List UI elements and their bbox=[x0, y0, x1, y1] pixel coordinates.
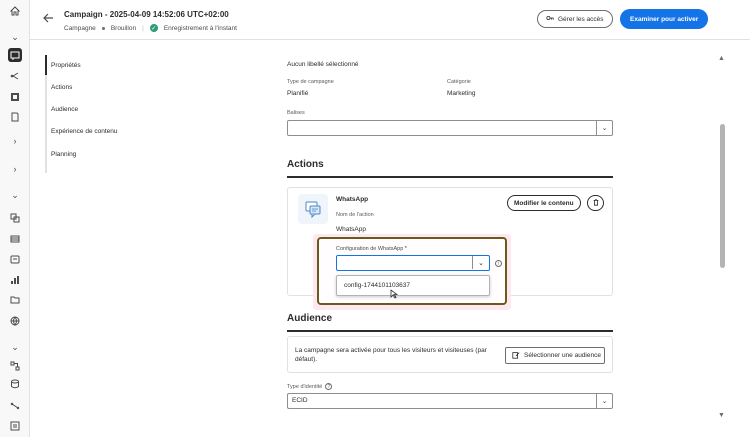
campaign-type-label: Type de campagne bbox=[287, 79, 334, 85]
campaign-meta: Campagne Brouillon | ✓ Enregistrement à … bbox=[64, 24, 237, 32]
content-icon[interactable] bbox=[8, 90, 22, 104]
arrow-left-icon[interactable] bbox=[42, 12, 54, 24]
scroll-up-icon[interactable]: ▲ bbox=[718, 55, 725, 62]
manage-access-label: Gérer les accès bbox=[558, 15, 604, 23]
table-icon[interactable] bbox=[8, 232, 22, 246]
actions-section-title: Actions bbox=[287, 159, 324, 170]
identity-type-select[interactable]: ECID ⌄ bbox=[287, 393, 613, 409]
whatsapp-config-label-text: Configuration de WhatsApp bbox=[336, 246, 404, 252]
category-label: Catégorie bbox=[447, 79, 471, 85]
save-status: Enregistrement à l'instant bbox=[163, 24, 237, 32]
section-divider bbox=[287, 176, 613, 178]
home-icon[interactable] bbox=[8, 4, 22, 18]
identity-type-label: Type d'identité bbox=[287, 383, 323, 390]
identity-type-label-row: Type d'identité ? bbox=[287, 383, 333, 390]
select-audience-label: Sélectionner une audience bbox=[524, 352, 601, 359]
scroll-down-icon[interactable]: ▼ bbox=[718, 412, 725, 419]
identity-type-value: ECID bbox=[292, 397, 308, 404]
document-icon[interactable] bbox=[8, 110, 22, 124]
chevron-right-icon[interactable]: › bbox=[8, 134, 22, 148]
tags-label: Balises bbox=[287, 110, 305, 116]
campaign-type-value: Planifié bbox=[287, 90, 309, 97]
no-label-text: Aucun libellé sélectionné bbox=[287, 61, 359, 68]
nav-item-content-experience[interactable]: Expérience de contenu bbox=[51, 128, 118, 135]
chevron-right-icon[interactable]: › bbox=[8, 162, 22, 176]
check-circle-icon: ✓ bbox=[149, 24, 158, 32]
globe-icon[interactable] bbox=[8, 314, 22, 328]
folder-icon[interactable] bbox=[8, 293, 22, 307]
section-nav-indicator bbox=[45, 55, 47, 75]
status-badge: Brouillon bbox=[110, 24, 137, 32]
audience-section-title: Audience bbox=[287, 313, 333, 324]
section-divider bbox=[287, 330, 613, 332]
campaign-type: Campagne bbox=[64, 24, 96, 32]
review-activate-button[interactable]: Examiner pour activer bbox=[620, 9, 709, 29]
info-icon[interactable]: i bbox=[495, 260, 502, 267]
status-dot-icon bbox=[101, 26, 105, 30]
tags-field[interactable]: ⌄ bbox=[287, 120, 613, 136]
workflow-icon[interactable] bbox=[8, 359, 22, 373]
scrollbar-thumb[interactable] bbox=[720, 124, 725, 268]
help-icon[interactable]: ? bbox=[325, 383, 333, 390]
left-rail: ⌄ › › ⌄ ⌄ bbox=[0, 0, 30, 437]
chevron-down-icon[interactable]: ⌄ bbox=[8, 340, 22, 354]
chevron-down-icon[interactable]: ⌄ bbox=[596, 121, 612, 135]
journey-icon[interactable] bbox=[8, 69, 22, 83]
audience-description: La campagne sera activée pour tous les v… bbox=[295, 347, 487, 363]
divider: | bbox=[142, 24, 144, 32]
chevron-down-icon[interactable]: ⌄ bbox=[596, 394, 612, 408]
whatsapp-config-label: Configuration de WhatsApp * bbox=[336, 246, 407, 252]
nav-item-planning[interactable]: Planning bbox=[51, 151, 76, 158]
nav-item-properties[interactable]: Propriétés bbox=[51, 62, 81, 69]
channel-name: WhatsApp bbox=[336, 196, 369, 203]
assets-icon[interactable] bbox=[8, 211, 22, 225]
message-icon[interactable] bbox=[8, 253, 22, 267]
database-icon[interactable] bbox=[8, 377, 22, 391]
category-value: Marketing bbox=[447, 90, 476, 97]
chevron-down-icon[interactable]: ⌄ bbox=[8, 188, 22, 202]
audience-edit-icon bbox=[512, 351, 520, 361]
chevron-down-icon[interactable]: ⌄ bbox=[8, 30, 22, 44]
campaign-icon[interactable] bbox=[8, 48, 22, 62]
key-icon bbox=[546, 14, 554, 24]
page-title: Campaign - 2025-04-09 14:52:06 UTC+02:00 bbox=[64, 10, 229, 19]
select-audience-button[interactable]: Sélectionner une audience bbox=[505, 347, 605, 364]
manage-access-button[interactable]: Gérer les accès bbox=[537, 10, 613, 28]
modify-content-button[interactable]: Modifier le contenu bbox=[507, 195, 581, 211]
chart-icon[interactable] bbox=[8, 273, 22, 287]
required-mark: * bbox=[404, 246, 407, 252]
settings-icon[interactable] bbox=[8, 419, 22, 433]
delete-action-button[interactable] bbox=[587, 195, 604, 211]
dropdown-option[interactable]: config-1744101103637 bbox=[344, 282, 410, 289]
whatsapp-config-dropdown: config-1744101103637 bbox=[336, 275, 490, 296]
action-name-label: Nom de l'action bbox=[336, 212, 374, 218]
action-name-value: WhatsApp bbox=[336, 226, 366, 233]
mouse-cursor-icon bbox=[390, 289, 399, 299]
chevron-down-icon[interactable]: ⌄ bbox=[472, 256, 489, 269]
whatsapp-icon bbox=[298, 194, 328, 224]
whatsapp-config-select[interactable]: ⌄ bbox=[336, 255, 490, 271]
connection-icon[interactable] bbox=[8, 399, 22, 413]
nav-item-actions[interactable]: Actions bbox=[51, 84, 72, 91]
nav-item-audience[interactable]: Audience bbox=[51, 106, 78, 113]
trash-icon bbox=[592, 198, 600, 208]
